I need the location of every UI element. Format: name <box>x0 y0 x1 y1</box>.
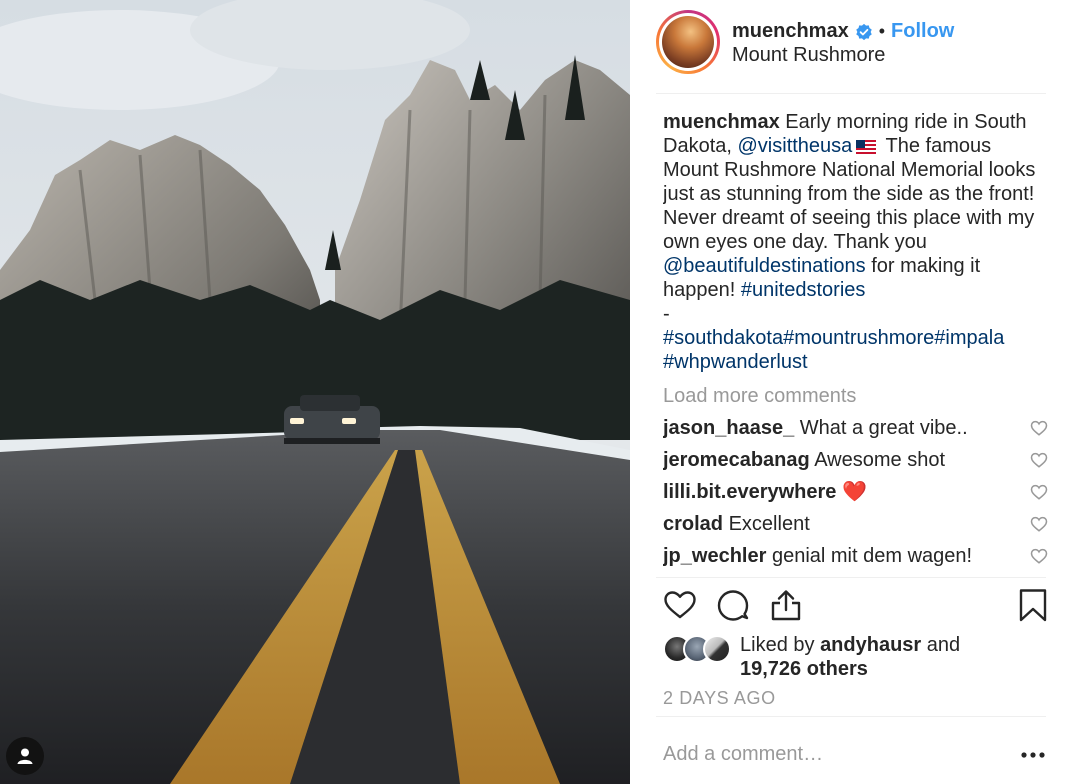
likes-others[interactable]: 19,726 others <box>740 658 868 680</box>
caption-hashtag-impala[interactable]: #impala <box>934 327 1004 349</box>
caption-hashtag-mountrushmore[interactable]: #mountrushmore <box>783 327 934 349</box>
caption-hashtag-southdakota[interactable]: #southdakota <box>663 327 783 349</box>
caption-dash: - <box>663 303 670 325</box>
comment-row: jp_wechler genial mit dem wagen! <box>663 544 1048 568</box>
likes-user[interactable]: andyhausr <box>820 634 921 656</box>
verified-badge-icon <box>855 23 872 40</box>
comment-heart-icon[interactable] <box>1030 547 1048 565</box>
comment-row: crolad Excellent <box>663 512 1048 536</box>
caption-author[interactable]: muenchmax <box>663 111 780 133</box>
header-separator: • <box>878 21 886 41</box>
comments-divider <box>656 577 1046 578</box>
comment-text: Excellent <box>728 513 810 535</box>
likes-prefix: Liked by <box>740 634 815 656</box>
comment-row: jeromecabanag Awesome shot <box>663 448 1048 472</box>
comment-text: genial mit dem wagen! <box>771 545 973 567</box>
user-tag-icon[interactable] <box>6 737 44 775</box>
caption-mention-visittheusa[interactable]: @visittheusa <box>738 135 853 157</box>
comments-section[interactable]: muenchmax Early morning ride in South Da… <box>663 110 1048 576</box>
post-header: muenchmax • Follow Mount Rushmore <box>656 10 1046 93</box>
comment-heart-icon[interactable] <box>1030 483 1048 501</box>
comment-row: lilli.bit.everywhere ❤️ <box>663 480 1048 504</box>
add-comment-input[interactable]: Add a comment… <box>663 743 823 766</box>
comment-heart-icon[interactable] <box>1030 419 1048 437</box>
liker-avatars[interactable] <box>663 635 735 663</box>
post-side-panel: muenchmax • Follow Mount Rushmore muench… <box>630 0 1076 784</box>
share-icon[interactable] <box>769 588 803 622</box>
comment-row: jason_haase_ What a great vibe.. <box>663 416 1048 440</box>
bookmark-icon[interactable] <box>1016 588 1050 622</box>
header-divider <box>656 93 1046 94</box>
author-username[interactable]: muenchmax <box>732 20 849 43</box>
comment-username[interactable]: jp_wechler <box>663 545 766 567</box>
comment-heart-icon[interactable] <box>1030 451 1048 469</box>
heart-icon[interactable] <box>663 588 697 622</box>
likes-section: Liked by andyhausr and 19,726 others <box>663 633 1048 683</box>
comment-heart-icon[interactable] <box>1030 515 1048 533</box>
action-bar <box>663 588 1048 624</box>
follow-button[interactable]: Follow <box>891 20 954 43</box>
footer-divider <box>656 716 1046 717</box>
load-more-comments-button[interactable]: Load more comments <box>663 384 1048 408</box>
comment-username[interactable]: jeromecabanag <box>663 449 810 471</box>
avatar[interactable] <box>656 10 720 74</box>
post-timestamp[interactable]: 2 DAYS AGO <box>663 688 776 709</box>
post-photo[interactable] <box>0 0 630 784</box>
comment-username[interactable]: jason_haase_ <box>663 417 794 439</box>
location-link[interactable]: Mount Rushmore <box>732 44 885 67</box>
caption-mention-beautifuldestinations[interactable]: @beautifuldestinations <box>663 255 866 277</box>
post-caption: muenchmax Early morning ride in South Da… <box>663 110 1048 374</box>
comment-text: What a great vibe.. <box>799 417 968 439</box>
comment-icon[interactable] <box>716 588 750 622</box>
caption-hashtag-whpwanderlust[interactable]: #whpwanderlust <box>663 351 808 373</box>
caption-hashtag-unitedstories[interactable]: #unitedstories <box>741 279 866 301</box>
post-photo-image <box>0 0 630 784</box>
us-flag-icon <box>856 139 877 154</box>
comment-text: Awesome shot <box>814 449 945 471</box>
comment-text: ❤️ <box>841 481 867 503</box>
more-options-icon[interactable] <box>1020 745 1046 765</box>
comment-username[interactable]: crolad <box>663 513 723 535</box>
likes-middle: and <box>926 634 961 656</box>
comment-username[interactable]: lilli.bit.everywhere <box>663 481 836 503</box>
